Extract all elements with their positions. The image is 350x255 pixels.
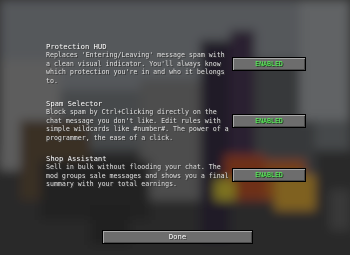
feature-description: Sell in bulk without flooding your chat.…	[46, 163, 229, 189]
done-button[interactable]: Done	[102, 230, 253, 244]
feature-title: Protection HUD	[46, 42, 107, 51]
feature-description: Block spam by Ctrl+Clicking directly on …	[46, 108, 229, 142]
feature-title: Shop Assistant	[46, 154, 107, 163]
spam-selector-toggle-button[interactable]: ENABLED	[232, 114, 306, 128]
shop-assistant-toggle-button[interactable]: ENABLED	[232, 168, 306, 182]
feature-shop-assistant: Shop Assistant Sell in bulk without floo…	[46, 154, 231, 189]
feature-protection-hud: Protection HUD Replaces 'Entering/Leavin…	[46, 42, 231, 85]
protection-hud-toggle-button[interactable]: ENABLED	[232, 57, 306, 71]
feature-description: Replaces 'Entering/Leaving' message spam…	[46, 51, 225, 85]
feature-title: Spam Selector	[46, 99, 103, 108]
feature-spam-selector: Spam Selector Block spam by Ctrl+Clickin…	[46, 99, 231, 142]
